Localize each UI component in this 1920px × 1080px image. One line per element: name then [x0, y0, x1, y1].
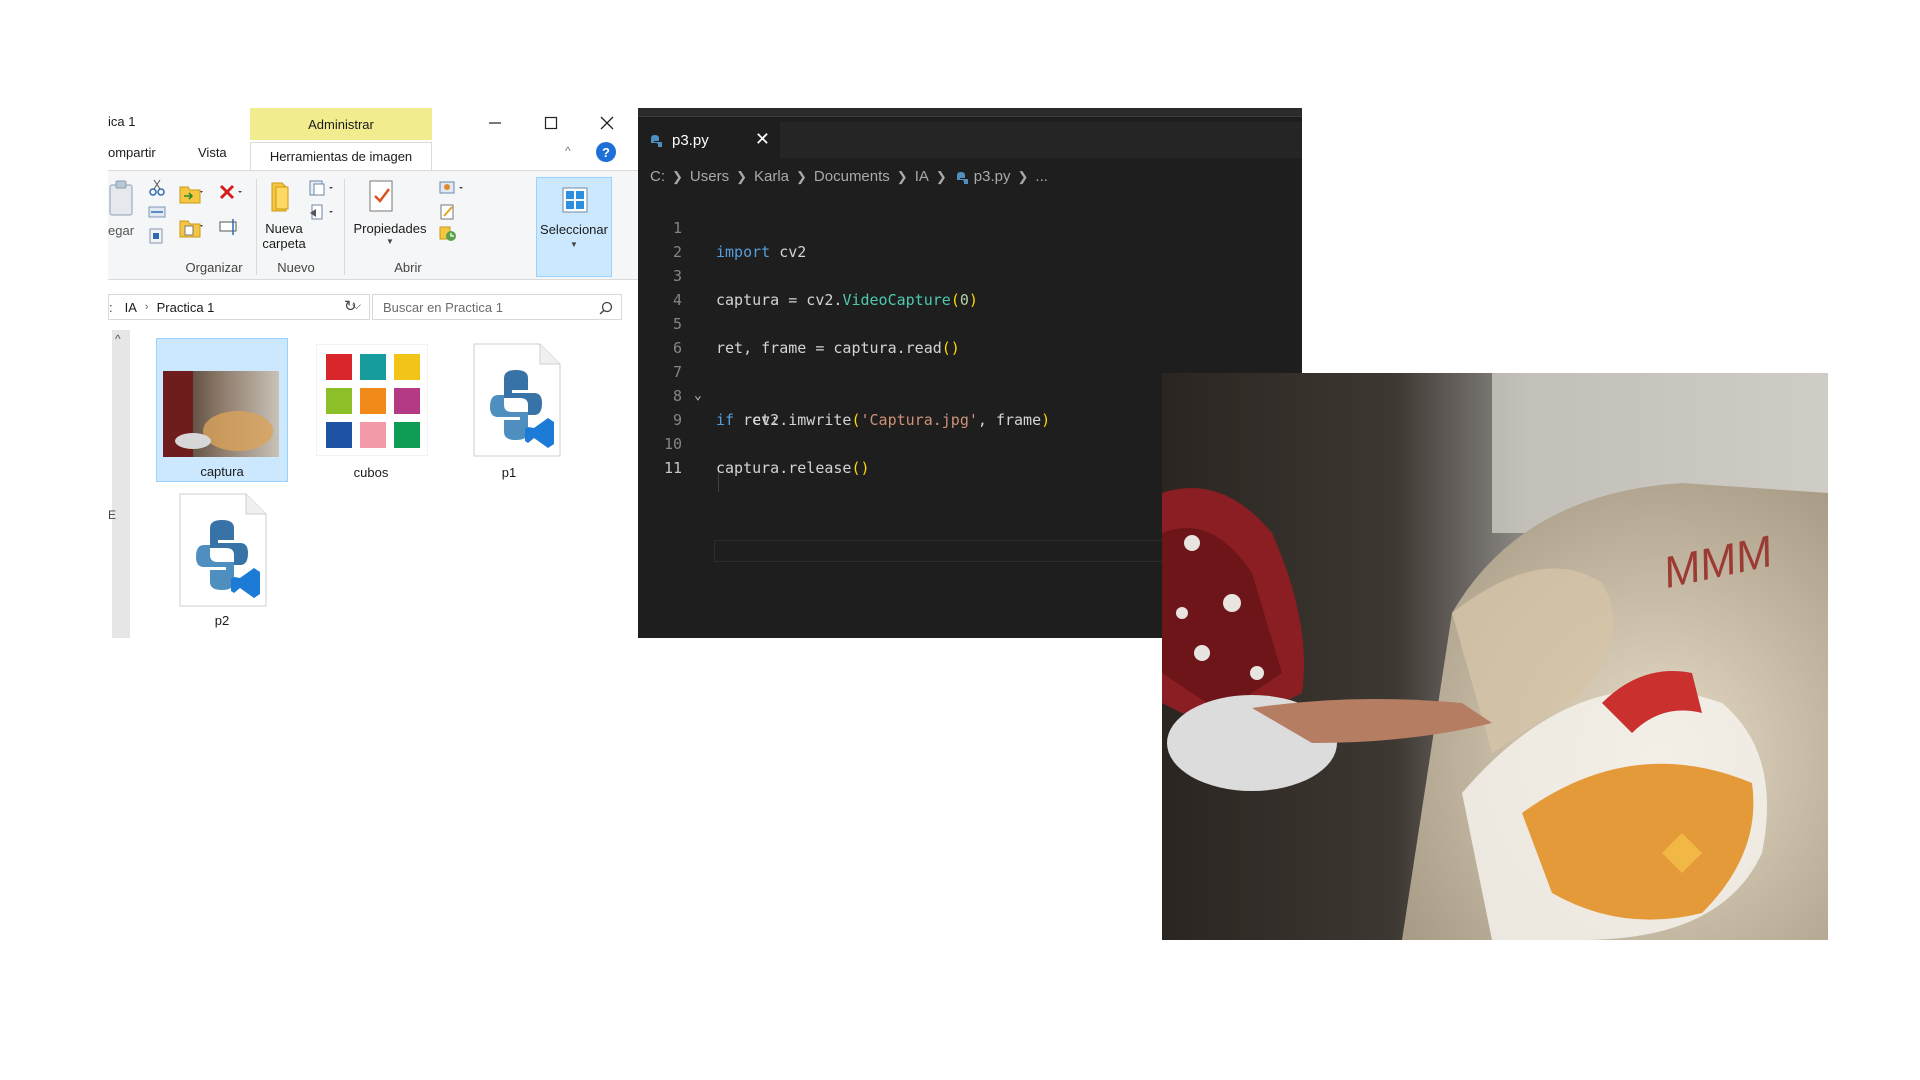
- editor-tab-bar: p3.py ✕: [638, 122, 1302, 158]
- file-name-p1: p1: [501, 465, 517, 480]
- refresh-icon[interactable]: ↻: [344, 297, 357, 315]
- file-explorer-window: ica 1 Administrar ompartir Vista ^ ? Her…: [108, 108, 638, 638]
- file-p1[interactable]: p1: [454, 338, 564, 482]
- address-bar[interactable]: : IA › Practica 1 ⌵: [108, 294, 370, 320]
- chevron-right-icon: ❯: [736, 168, 747, 184]
- chevron-right-icon: ❯: [796, 168, 807, 184]
- cut-icon[interactable]: [148, 179, 166, 197]
- code-line[interactable]: 6: [638, 312, 1302, 357]
- file-p2[interactable]: p2: [156, 488, 288, 630]
- close-window-button[interactable]: [584, 108, 630, 138]
- tab-compartir[interactable]: ompartir: [108, 145, 156, 160]
- chevron-right-icon: ❯: [672, 168, 683, 184]
- breadcrumb-item[interactable]: Karla: [754, 168, 789, 185]
- breadcrumb-item[interactable]: Documents: [814, 168, 890, 185]
- close-icon: [600, 116, 614, 130]
- breadcrumb: C: ❯ Users ❯ Karla ❯ Documents ❯ IA ❯ p3.py ❯ …: [650, 168, 1048, 185]
- copy-path-icon[interactable]: [148, 205, 166, 219]
- breadcrumb-item[interactable]: p3.py: [974, 168, 1011, 185]
- title-bar: [638, 108, 1302, 117]
- python-file-icon: [473, 343, 561, 457]
- line-number: 11: [663, 459, 682, 477]
- properties-icon[interactable]: [366, 179, 396, 213]
- select-dropdown-icon: ▼: [570, 240, 578, 249]
- ribbon-panel: egar Organizar Nueva carpeta Nuevo Propi…: [108, 170, 638, 280]
- new-folder-label[interactable]: Nueva carpeta: [256, 221, 312, 251]
- easy-access-icon[interactable]: [308, 203, 336, 223]
- code-line[interactable]: 2: [638, 216, 1302, 261]
- paste-label: egar: [108, 223, 135, 238]
- select-button[interactable]: Seleccionar ▼: [536, 177, 612, 277]
- breadcrumb-ia[interactable]: IA: [125, 300, 137, 315]
- file-name-captura: captura: [200, 464, 244, 479]
- scroll-up-icon[interactable]: ^: [115, 332, 121, 346]
- tab-label: p3.py: [672, 131, 709, 149]
- paste-icon[interactable]: [108, 179, 136, 219]
- address-row: : IA › Practica 1 ⌵ ↻ Buscar en Practica…: [108, 292, 638, 322]
- open-icon[interactable]: [438, 179, 466, 197]
- group-abrir: Abrir: [394, 260, 422, 275]
- tab-herramientas-de-imagen[interactable]: Herramientas de imagen: [250, 142, 432, 170]
- code-line[interactable]: 5 ret, frame = captura.read(): [638, 288, 1302, 357]
- breadcrumb-item[interactable]: IA: [915, 168, 929, 185]
- nav-pane-fragment: E: [108, 508, 117, 522]
- group-nuevo: Nuevo: [277, 260, 315, 275]
- captura-thumbnail: [163, 371, 279, 457]
- new-item-icon[interactable]: [308, 179, 336, 199]
- rename-icon[interactable]: [218, 217, 240, 237]
- select-label: Seleccionar: [540, 222, 608, 237]
- window-title: ica 1: [108, 114, 136, 129]
- edit-icon[interactable]: [438, 203, 458, 221]
- breadcrumb-item[interactable]: C:: [650, 168, 665, 185]
- close-tab-icon[interactable]: ✕: [755, 129, 770, 150]
- chevron-right-icon: ❯: [896, 168, 908, 184]
- file-captura[interactable]: captura: [156, 338, 288, 482]
- search-icon: [599, 301, 613, 315]
- maximize-button[interactable]: [528, 108, 574, 138]
- breadcrumb-practica-1[interactable]: Practica 1: [157, 300, 215, 315]
- cubos-thumbnail: [316, 344, 428, 456]
- properties-dropdown-icon[interactable]: ▼: [386, 237, 394, 246]
- history-icon[interactable]: [438, 225, 458, 243]
- code-text: captura.release(): [716, 459, 870, 477]
- code-line[interactable]: 1 import cv2: [638, 192, 1302, 261]
- python-icon: [651, 135, 662, 147]
- file-name-p2: p2: [214, 613, 230, 628]
- tab-administrar[interactable]: Administrar: [250, 108, 432, 140]
- python-file-icon: [179, 493, 267, 607]
- chevron-right-icon: ❯: [1017, 168, 1029, 184]
- scrollbar[interactable]: ^: [112, 330, 130, 638]
- code-line[interactable]: 7 ⌄ if ret:: [638, 336, 1302, 429]
- tab-vista[interactable]: Vista: [198, 145, 227, 160]
- chevron-right-icon: ›: [144, 301, 149, 313]
- breadcrumb-item[interactable]: ...: [1035, 168, 1048, 185]
- python-icon: [956, 171, 968, 184]
- address-prefix: :: [109, 299, 113, 315]
- chevron-right-icon: ❯: [935, 168, 947, 184]
- properties-label[interactable]: Propiedades: [348, 221, 432, 236]
- paste-shortcut-icon[interactable]: [148, 227, 164, 245]
- group-organizar: Organizar: [185, 260, 243, 275]
- help-icon[interactable]: ?: [596, 142, 616, 162]
- code-line[interactable]: 4: [638, 264, 1302, 309]
- code-line[interactable]: 3 captura = cv2.VideoCapture(0): [638, 240, 1302, 309]
- file-name-cubos: cubos: [353, 465, 389, 480]
- copy-to-icon[interactable]: [178, 217, 204, 239]
- captura-image: MMM: [1162, 373, 1828, 940]
- breadcrumb-item[interactable]: Users: [690, 168, 729, 185]
- search-placeholder: Buscar en Practica 1: [383, 299, 503, 315]
- maximize-icon: [544, 116, 558, 130]
- search-input[interactable]: Buscar en Practica 1: [372, 294, 622, 320]
- minimize-button[interactable]: [472, 108, 518, 138]
- new-folder-icon[interactable]: [268, 179, 294, 213]
- select-grid-icon: [562, 187, 588, 213]
- captured-webcam-photo: MMM: [1162, 373, 1828, 940]
- tab-p3-py[interactable]: p3.py ✕: [638, 122, 780, 158]
- file-cubos[interactable]: cubos: [312, 338, 430, 482]
- minimize-icon: [489, 122, 501, 124]
- delete-icon[interactable]: [218, 183, 244, 203]
- move-to-icon[interactable]: [178, 183, 204, 205]
- collapse-ribbon-icon[interactable]: ^: [565, 144, 571, 158]
